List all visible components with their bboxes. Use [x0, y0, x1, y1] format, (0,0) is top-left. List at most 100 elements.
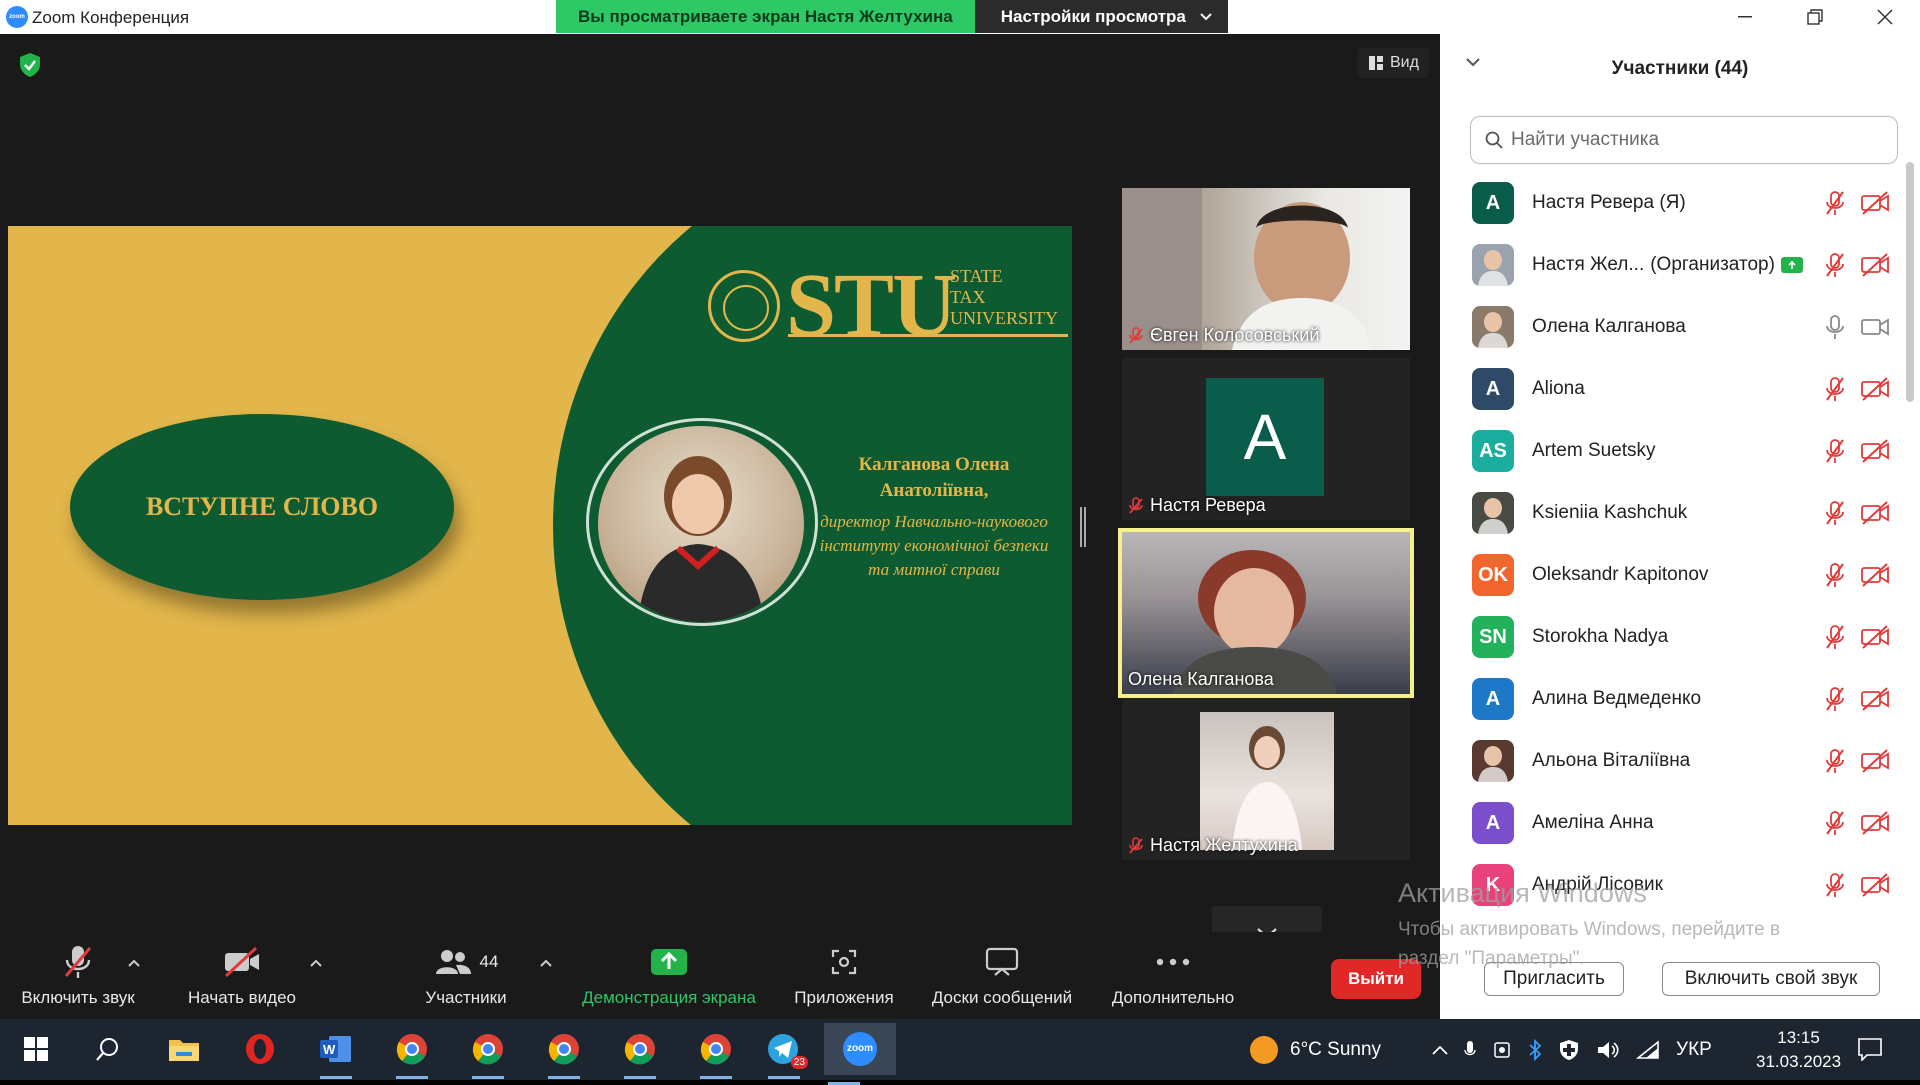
participant-row[interactable]: Альона Віталіївна	[1440, 730, 1900, 792]
participant-row[interactable]: Ksieniia Kashchuk	[1440, 482, 1900, 544]
unmute-button[interactable]: Включить звук	[14, 942, 142, 1008]
file-explorer-icon[interactable]	[164, 1029, 204, 1069]
chrome-profile-photo-icon[interactable]	[468, 1029, 508, 1079]
video-options-caret[interactable]	[310, 954, 322, 970]
video-off-icon[interactable]	[1860, 500, 1890, 526]
video-off-icon[interactable]	[1860, 810, 1890, 836]
mic-muted-icon[interactable]	[1824, 190, 1846, 216]
chevron-up-icon	[128, 959, 140, 967]
more-button[interactable]: Дополнительно	[1104, 942, 1242, 1008]
video-off-icon[interactable]	[1860, 252, 1890, 278]
video-off-icon[interactable]	[1860, 562, 1890, 588]
mic-muted-icon[interactable]	[1824, 810, 1846, 836]
mic-muted-icon[interactable]	[1824, 624, 1846, 650]
word-app-icon[interactable]: W	[316, 1029, 356, 1079]
apps-button[interactable]: Приложения	[786, 942, 902, 1008]
wifi-icon[interactable]	[1636, 1039, 1660, 1060]
antivirus-shield-icon[interactable]	[1558, 1039, 1580, 1061]
clock-date: 31.03.2023	[1756, 1051, 1842, 1071]
mic-muted-icon[interactable]	[1824, 686, 1846, 712]
view-settings-button[interactable]: Настройки просмотра	[974, 0, 1228, 33]
taskbar-search-button[interactable]	[88, 1029, 128, 1069]
participant-row[interactable]: A Настя Ревера (Я)	[1440, 172, 1900, 234]
participant-role: (Организатор)	[1650, 254, 1775, 275]
participant-search-input[interactable]	[1511, 129, 1871, 151]
participant-row[interactable]: Настя Жел... (Организатор)	[1440, 234, 1900, 296]
participant-row[interactable]: AS Artem Suetsky	[1440, 420, 1900, 482]
mic-muted-icon[interactable]	[1824, 252, 1846, 278]
chevron-down-icon	[1200, 12, 1212, 20]
mic-muted-icon[interactable]	[1824, 562, 1846, 588]
participant-row[interactable]: A Aliona	[1440, 358, 1900, 420]
telegram-app-icon[interactable]: 23	[764, 1029, 808, 1079]
participants-scrollbar[interactable]	[1906, 162, 1914, 402]
video-off-icon[interactable]	[1860, 376, 1890, 402]
video-off-icon[interactable]	[1860, 624, 1890, 650]
participant-row[interactable]: OK Oleksandr Kapitonov	[1440, 544, 1900, 606]
participant-avatar: A	[1206, 378, 1324, 496]
participant-search-box[interactable]	[1470, 116, 1898, 164]
minimize-button[interactable]	[1710, 0, 1780, 34]
volume-icon[interactable]	[1596, 1040, 1620, 1060]
participant-avatar: SN	[1472, 616, 1514, 658]
video-tile[interactable]: A Настя Ревера	[1122, 358, 1410, 520]
sharing-screen-icon	[1780, 257, 1803, 273]
mic-muted-icon[interactable]	[1824, 376, 1846, 402]
input-language[interactable]: УКР	[1676, 1039, 1712, 1061]
notifications-button[interactable]	[1850, 1029, 1890, 1069]
close-window-button[interactable]	[1850, 0, 1920, 34]
tile-participant-name: Настя Ревера	[1150, 495, 1266, 515]
zoom-taskbar-app[interactable]: zoom	[824, 1023, 896, 1085]
participant-avatar: OK	[1472, 554, 1514, 596]
speaker-role: директор Навчально-наукового інституту е…	[819, 512, 1049, 579]
view-layout-button[interactable]: Вид	[1358, 48, 1429, 78]
video-off-icon[interactable]	[1860, 748, 1890, 774]
participant-row[interactable]: SN Storokha Nadya	[1440, 606, 1900, 668]
panel-resize-handle[interactable]	[1080, 507, 1086, 547]
participants-options-caret[interactable]	[540, 954, 552, 970]
mic-muted-icon[interactable]	[1824, 748, 1846, 774]
participant-row[interactable]: A Алина Ведмеденко	[1440, 668, 1900, 730]
shared-screen-slide: ВСТУПНЕ СЛОВО STU STATE TAX UNIVERSITY К…	[8, 226, 1072, 825]
video-camera-icon[interactable]	[1860, 314, 1890, 340]
chrome-profile-o-icon[interactable]	[696, 1029, 736, 1079]
search-icon	[96, 1038, 118, 1061]
participant-name: Настя Жел... (Организатор)	[1532, 254, 1803, 276]
chevron-up-icon	[540, 959, 552, 967]
chevron-up-icon[interactable]	[1432, 1045, 1448, 1055]
video-tile[interactable]: Євген Колосовський	[1122, 188, 1410, 350]
video-off-icon[interactable]	[1860, 190, 1890, 216]
microphone-icon[interactable]	[1464, 1040, 1476, 1060]
microphone-icon[interactable]	[1824, 314, 1846, 340]
apps-label: Приложения	[794, 988, 894, 1007]
speaker-portrait-image	[598, 426, 804, 622]
participant-avatar	[1472, 244, 1514, 286]
start-button[interactable]	[16, 1029, 56, 1069]
video-off-icon[interactable]	[1860, 438, 1890, 464]
chrome-profile-a-icon[interactable]	[392, 1029, 432, 1079]
participant-row[interactable]: Олена Калганова	[1440, 296, 1900, 358]
start-video-button[interactable]: Начать видео	[180, 942, 304, 1008]
video-tile[interactable]: Настя Желтухина	[1122, 698, 1410, 860]
bluetooth-icon[interactable]	[1528, 1038, 1542, 1061]
encryption-shield-icon[interactable]	[18, 52, 42, 78]
chrome-profile-d2-icon[interactable]	[620, 1029, 660, 1079]
video-off-icon[interactable]	[1860, 686, 1890, 712]
share-screen-button[interactable]: Демонстрация экрана	[574, 942, 764, 1008]
video-tile-active-speaker[interactable]: Олена Калганова	[1118, 528, 1414, 698]
audio-options-caret[interactable]	[128, 954, 140, 970]
weather-text: 6°C Sunny	[1290, 1038, 1382, 1060]
mic-muted-icon[interactable]	[1824, 438, 1846, 464]
whiteboards-button[interactable]: Доски сообщений	[920, 942, 1084, 1008]
participants-button[interactable]: 44 Участники	[420, 942, 512, 1008]
mic-muted-icon[interactable]	[1824, 500, 1846, 526]
participants-panel: Участники (44) A Настя Ревера (Я) Настя Же…	[1440, 34, 1920, 1019]
opera-browser-icon[interactable]	[240, 1029, 280, 1069]
weather-widget[interactable]: 6°C Sunny	[1248, 1019, 1381, 1080]
participant-row[interactable]: A Амеліна Анна	[1440, 792, 1900, 854]
device-icon[interactable]	[1492, 1040, 1512, 1060]
clock[interactable]: 13:15 31.03.2023	[1756, 1019, 1841, 1080]
restore-button[interactable]	[1780, 0, 1850, 34]
chrome-profile-d-icon[interactable]	[544, 1029, 584, 1079]
view-label: Вид	[1390, 54, 1419, 71]
